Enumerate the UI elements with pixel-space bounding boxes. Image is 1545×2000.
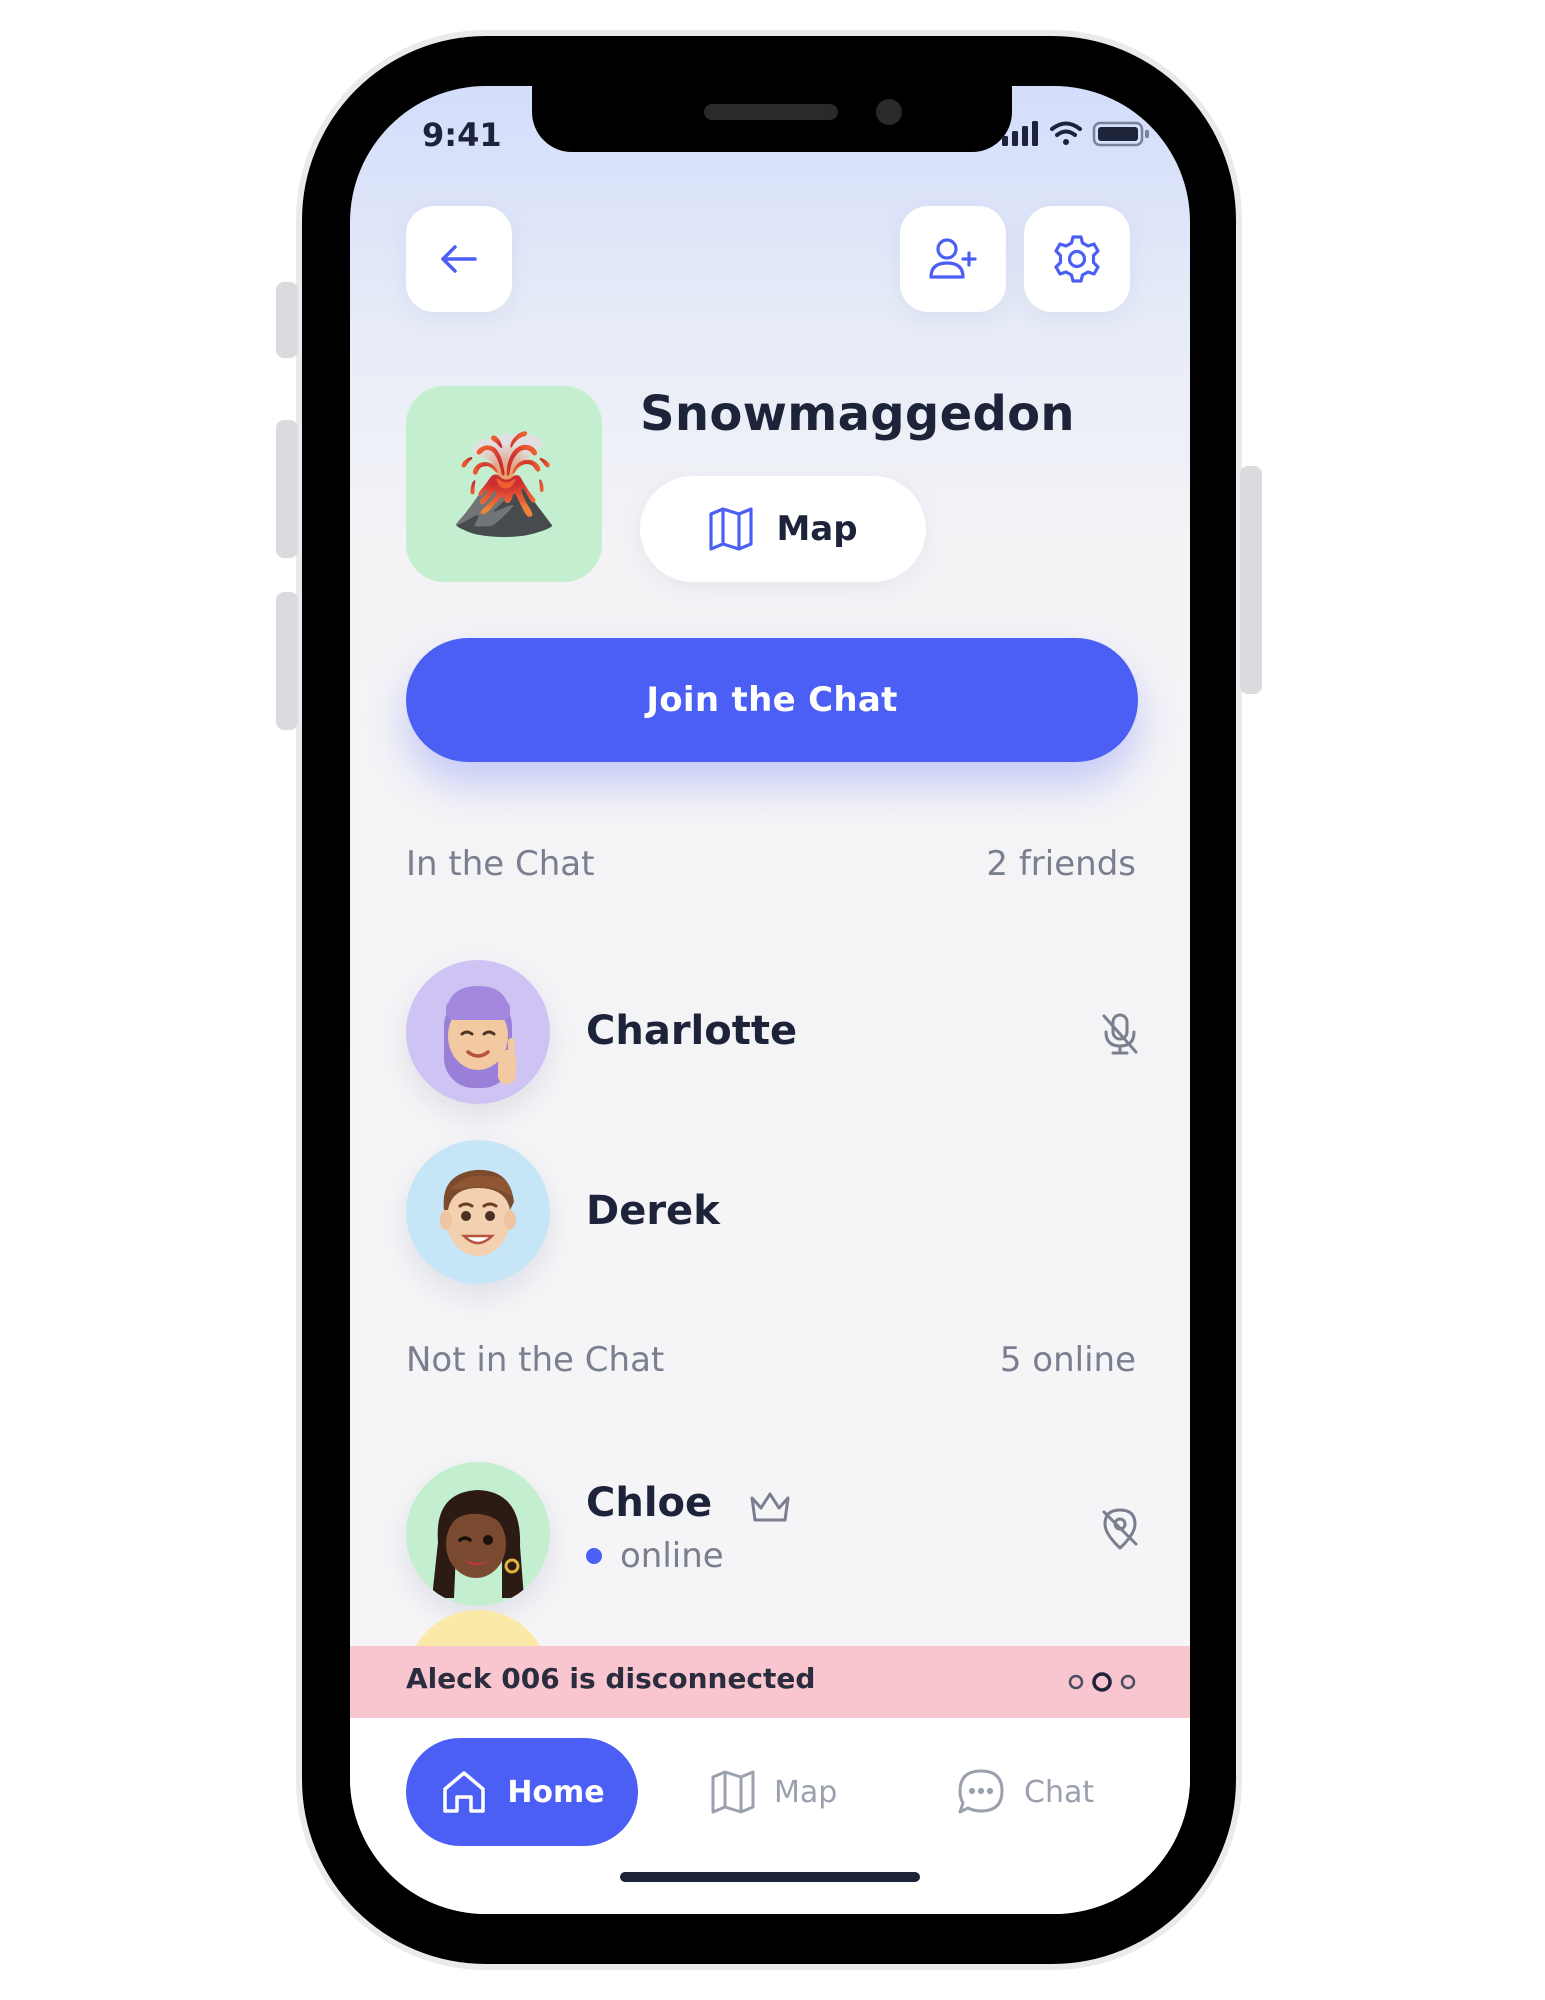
mic-off-icon [1102, 1013, 1138, 1055]
camera [876, 99, 902, 125]
add-friend-button[interactable] [900, 206, 1006, 312]
in-chat-label: In the Chat [406, 844, 595, 884]
map-icon [711, 1770, 755, 1814]
arrow-left-icon [441, 245, 477, 273]
chloe-status-text: online [620, 1536, 724, 1576]
avatar-chloe[interactable] [406, 1462, 550, 1606]
side-button-power [1240, 466, 1262, 694]
status-icons [1002, 118, 1152, 152]
notch [532, 86, 1012, 152]
member-name-charlotte: Charlotte [586, 1008, 798, 1054]
side-button-mute [276, 282, 298, 358]
loading-indicator [1068, 1670, 1138, 1694]
nav-chat-label: Chat [1024, 1774, 1095, 1810]
map-icon [709, 507, 754, 551]
chat-bubble-icon [958, 1769, 1004, 1814]
crown-icon [750, 1492, 790, 1522]
nav-home-label: Home [507, 1774, 605, 1810]
avatar-derek[interactable] [406, 1140, 550, 1284]
nav-map-label: Map [774, 1774, 838, 1810]
loading-dot-active [1092, 1672, 1112, 1692]
group-map-button[interactable]: Map [640, 476, 926, 582]
chloe-location-status [1100, 1506, 1140, 1556]
loading-dot [1068, 1674, 1084, 1690]
map-button-label: Map [776, 509, 858, 549]
group-avatar: 🌋 [406, 386, 602, 582]
charlotte-status [1100, 1012, 1140, 1060]
online-dot [586, 1548, 602, 1564]
gear-icon [1054, 235, 1100, 283]
home-indicator[interactable] [620, 1872, 920, 1882]
not-in-chat-label: Not in the Chat [406, 1340, 665, 1380]
bottom-nav: Home Map Chat [350, 1718, 1190, 1914]
disconnect-alert: Aleck 006 is disconnected [350, 1646, 1190, 1718]
nav-home[interactable]: Home [406, 1738, 638, 1846]
nav-map[interactable]: Map [710, 1738, 837, 1846]
side-button-volume-up [276, 420, 298, 558]
member-name-derek: Derek [586, 1188, 720, 1234]
alert-text: Aleck 006 is disconnected [406, 1662, 816, 1695]
home-icon [443, 1771, 486, 1813]
in-chat-count: 2 friends [986, 844, 1136, 884]
wifi-icon [1050, 121, 1082, 145]
loading-dot [1120, 1674, 1136, 1690]
battery-icon [1092, 121, 1149, 147]
status-time: 9:41 [422, 116, 502, 154]
avatar-charlotte[interactable] [406, 960, 550, 1104]
signal-icon [1002, 121, 1038, 146]
nav-chat[interactable]: Chat [956, 1738, 1094, 1846]
not-in-chat-count: 5 online [999, 1340, 1136, 1380]
user-plus-icon [929, 238, 977, 279]
side-button-volume-down [276, 592, 298, 730]
speaker [704, 104, 838, 120]
settings-button[interactable] [1024, 206, 1130, 312]
group-title: Snowmaggedon [640, 386, 1075, 442]
back-button[interactable] [406, 206, 512, 312]
join-chat-button[interactable]: Join the Chat [406, 638, 1138, 762]
chloe-online-status: online [586, 1536, 724, 1576]
location-off-icon [1102, 1508, 1138, 1550]
member-name-chloe: Chloe [586, 1480, 713, 1526]
phone-screen: 9:41 🌋 Snowmaggedon Map Join the Chat In… [350, 86, 1190, 1914]
volcano-emoji: 🌋 [444, 428, 564, 540]
